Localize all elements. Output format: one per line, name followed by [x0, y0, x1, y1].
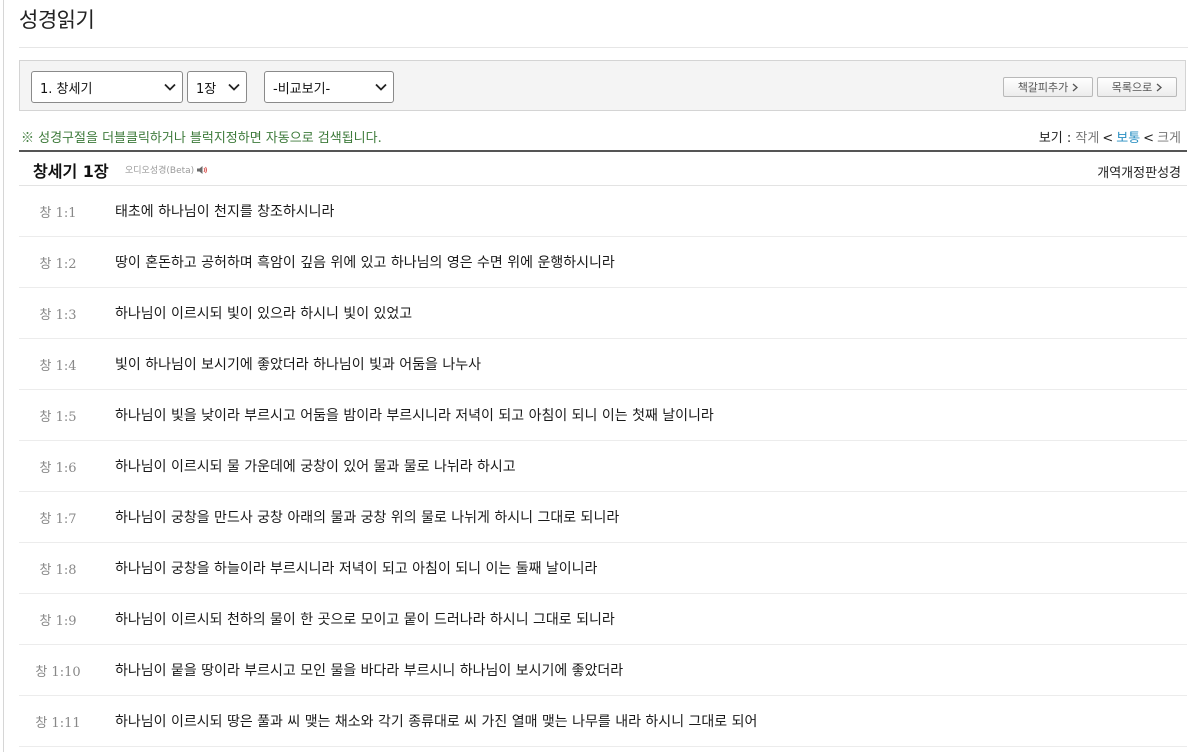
- verse-text[interactable]: 태초에 하나님이 천지를 창조하시니라: [115, 201, 334, 221]
- verse-reference: 창 1:3: [39, 308, 77, 323]
- page-title: 성경읽기: [19, 8, 95, 32]
- verse-row: 창 1:8 하나님이 궁창을 하늘이라 부르시니라 저녁이 되고 아침이 되니 이…: [19, 543, 1187, 594]
- back-to-list-button[interactable]: 목록으로: [1097, 77, 1177, 97]
- verse-reference: 창 1:8: [39, 563, 77, 578]
- chapter-title: 창세기 1장: [33, 162, 109, 181]
- add-bookmark-button[interactable]: 책갈피추가: [1003, 77, 1093, 97]
- back-to-list-label: 목록으로: [1111, 81, 1153, 94]
- verse-text[interactable]: 하나님이 이르시되 물 가운데에 궁창이 있어 물과 물로 나뉘라 하시고: [115, 456, 516, 476]
- chevron-down-icon: [375, 83, 387, 91]
- chapter-select-value: 1장: [196, 81, 217, 97]
- search-notice: ※ 성경구절을 더블클릭하거나 블럭지정하면 자동으로 검색됩니다.: [21, 131, 382, 146]
- toolbar: 1. 창세기 1장 -비교보기- 책갈피추가 목록으로: [19, 60, 1186, 111]
- verse-reference: 창 1:7: [39, 512, 77, 527]
- verse-text[interactable]: 하나님이 뭍을 땅이라 부르시고 모인 물을 바다라 부르시니 하나님이 보시기…: [115, 660, 623, 680]
- chevron-down-icon: [228, 83, 240, 91]
- verse-row: 창 1:11 하나님이 이르시되 땅은 풀과 씨 맺는 채소와 각기 종류대로 씨…: [19, 696, 1187, 747]
- verse-row: 창 1:1 태초에 하나님이 천지를 창조하시니라: [19, 186, 1187, 237]
- verse-text[interactable]: 빛이 하나님이 보시기에 좋았더라 하나님이 빛과 어둠을 나누사: [115, 354, 481, 374]
- verse-text[interactable]: 하나님이 이르시되 천하의 물이 한 곳으로 모이고 뭍이 드러나라 하시니 그…: [115, 609, 615, 629]
- chapter-header: 창세기 1장 오디오성경(Beta) 개역개정판성경: [19, 152, 1187, 186]
- verse-reference: 창 1:11: [35, 716, 81, 731]
- verse-reference: 창 1:2: [39, 257, 77, 272]
- view-size-separator: <: [1143, 131, 1155, 146]
- verse-reference: 창 1:4: [39, 359, 77, 374]
- chevron-right-icon: [1156, 83, 1163, 91]
- verse-row: 창 1:2 땅이 혼돈하고 공허하며 흑암이 깊음 위에 있고 하나님의 영은 수…: [19, 237, 1187, 288]
- verse-text[interactable]: 하나님이 이르시되 땅은 풀과 씨 맺는 채소와 각기 종류대로 씨 가진 열매…: [115, 711, 757, 731]
- verse-row: 창 1:4 빛이 하나님이 보시기에 좋았더라 하나님이 빛과 어둠을 나누사: [19, 339, 1187, 390]
- chapter-select[interactable]: 1장: [187, 71, 247, 103]
- verse-list: 창 1:1 태초에 하나님이 천지를 창조하시니라창 1:2 땅이 혼돈하고 공허하…: [19, 186, 1187, 747]
- verse-reference: 창 1:1: [39, 206, 77, 221]
- view-size-label: 보기 :: [1038, 131, 1076, 146]
- view-size-control: 보기 : 작게 < 보통 < 크게: [1039, 127, 1181, 146]
- verse-row: 창 1:7 하나님이 궁창을 만드사 궁창 아래의 물과 궁창 위의 물로 나뉘게…: [19, 492, 1187, 543]
- verse-text[interactable]: 땅이 혼돈하고 공허하며 흑암이 깊음 위에 있고 하나님의 영은 수면 위에 …: [115, 252, 615, 272]
- verse-reference: 창 1:10: [35, 665, 81, 680]
- book-select-value: 1. 창세기: [40, 81, 93, 97]
- verse-reference: 창 1:6: [39, 461, 77, 476]
- speaker-icon: [197, 165, 208, 174]
- verse-row: 창 1:3 하나님이 이르시되 빛이 있으라 하시니 빛이 있었고: [19, 288, 1187, 339]
- chevron-right-icon: [1072, 83, 1079, 91]
- verse-text[interactable]: 하나님이 궁창을 하늘이라 부르시니라 저녁이 되고 아침이 되니 이는 둘째 …: [115, 558, 597, 578]
- chevron-down-icon: [164, 83, 176, 91]
- audio-bible-link[interactable]: 오디오성경(Beta): [125, 163, 208, 176]
- verse-row: 창 1:9 하나님이 이르시되 천하의 물이 한 곳으로 모이고 뭍이 드러나라 …: [19, 594, 1187, 645]
- left-border: [3, 0, 4, 752]
- view-size-small[interactable]: 작게: [1075, 131, 1099, 146]
- view-size-separator: <: [1102, 131, 1114, 146]
- compare-select[interactable]: -비교보기-: [264, 71, 394, 103]
- verse-text[interactable]: 하나님이 빛을 낮이라 부르시고 어둠을 밤이라 부르시니라 저녁이 되고 아침…: [115, 405, 714, 425]
- book-select[interactable]: 1. 창세기: [31, 71, 183, 103]
- verse-reference: 창 1:5: [39, 410, 77, 425]
- title-divider: [19, 47, 1188, 48]
- bible-version: 개역개정판성경: [1097, 166, 1181, 181]
- verse-row: 창 1:5 하나님이 빛을 낮이라 부르시고 어둠을 밤이라 부르시니라 저녁이 …: [19, 390, 1187, 441]
- verse-reference: 창 1:9: [39, 614, 77, 629]
- verse-text[interactable]: 하나님이 궁창을 만드사 궁창 아래의 물과 궁창 위의 물로 나뉘게 하시니 …: [115, 507, 619, 527]
- view-size-large[interactable]: 크게: [1157, 131, 1181, 146]
- compare-select-value: -비교보기-: [273, 81, 331, 97]
- view-size-normal[interactable]: 보통: [1116, 131, 1140, 146]
- verse-row: 창 1:10 하나님이 뭍을 땅이라 부르시고 모인 물을 바다라 부르시니 하나…: [19, 645, 1187, 696]
- verse-row: 창 1:6 하나님이 이르시되 물 가운데에 궁창이 있어 물과 물로 나뉘라 하…: [19, 441, 1187, 492]
- verse-text[interactable]: 하나님이 이르시되 빛이 있으라 하시니 빛이 있었고: [115, 303, 412, 323]
- add-bookmark-label: 책갈피추가: [1017, 81, 1069, 94]
- audio-bible-label: 오디오성경(Beta): [125, 166, 195, 176]
